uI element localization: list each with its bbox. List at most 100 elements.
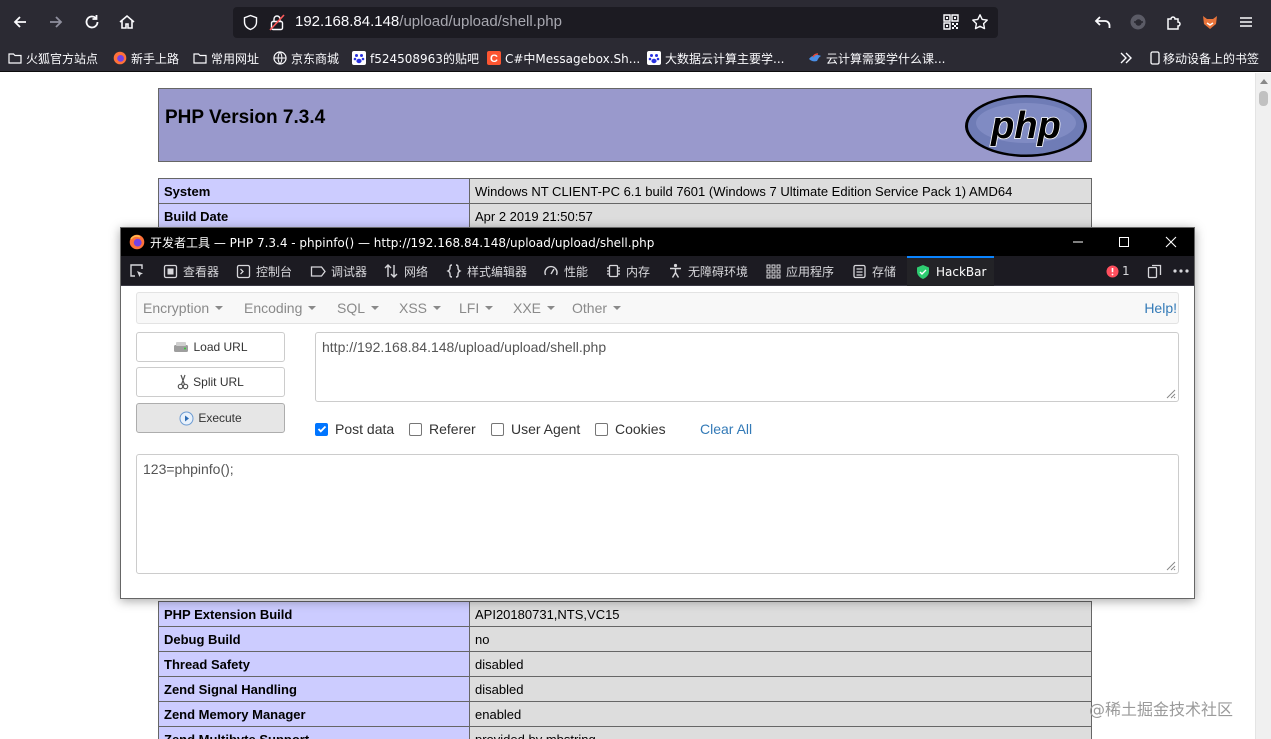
url-text[interactable]: 192.168.84.148/upload/upload/shell.php [295,13,562,30]
scroll-thumb[interactable] [1259,91,1268,106]
tab-network[interactable]: 网络 [383,256,428,286]
execute-button[interactable]: Execute [136,403,285,433]
bookmark-star-icon[interactable] [971,13,989,31]
undo-button[interactable] [1090,9,1116,35]
back-button[interactable] [7,9,33,35]
tab-label: 性能 [564,264,589,279]
checkbox-icon[interactable] [595,422,608,436]
post-data-checkbox[interactable]: Post data [315,421,394,437]
extensions-button[interactable] [1161,9,1187,35]
url-textarea[interactable]: http://192.168.84.148/upload/upload/shel… [315,332,1179,402]
menu-sql[interactable]: SQL [337,300,380,316]
dock-options-button[interactable] [1147,256,1167,286]
qr-code-icon[interactable] [943,14,959,30]
csdn-icon: C [487,51,501,65]
bookmark-label: 常用网址 [211,51,260,66]
clear-all-link[interactable]: Clear All [700,421,752,437]
table-row: Debug Build no [158,626,1092,652]
svg-text:C: C [490,53,498,65]
lock-insecure-icon[interactable] [269,14,285,31]
split-url-button[interactable]: Split URL [136,367,285,397]
globe-icon [273,51,287,65]
checkbox-icon[interactable] [491,422,504,436]
home-button[interactable] [114,9,140,35]
execute-label: Execute [198,411,242,425]
close-icon [1165,236,1177,248]
app-menu-button[interactable] [1233,9,1259,35]
minimize-button[interactable] [1055,228,1101,256]
resize-grip-icon[interactable] [1164,387,1176,399]
table-row: Zend Signal Handling disabled [158,676,1092,702]
tab-application[interactable]: 应用程序 [766,256,834,286]
load-url-button[interactable]: Load URL [136,332,285,362]
bookmark-item[interactable]: 常用网址 [193,49,259,67]
bookmark-item[interactable]: f524508963的贴吧 [352,49,479,67]
bookmarks-overflow-button[interactable] [1119,49,1133,67]
page-title: PHP Version 7.3.4 [165,107,326,128]
firefox-icon [113,51,127,65]
error-count-badge[interactable]: 1 [1106,256,1130,286]
close-button[interactable] [1148,228,1194,256]
url-bar[interactable]: 192.168.84.148/upload/upload/shell.php [233,7,998,38]
bookmark-item[interactable]: 大数据云计算主要学... [647,49,784,67]
checkbox-checked-icon[interactable] [315,422,328,436]
tab-performance[interactable]: 性能 [543,256,588,286]
ie-tab-button[interactable] [1125,9,1151,35]
user-agent-checkbox[interactable]: User Agent [491,421,580,437]
table-row: Thread Safety disabled [158,651,1092,677]
error-count: 1 [1122,264,1130,278]
cookies-checkbox[interactable]: Cookies [595,421,666,437]
checkbox-icon[interactable] [409,422,422,436]
menu-encryption[interactable]: Encryption [143,300,224,316]
tab-hackbar[interactable]: HackBar [907,256,995,286]
tab-accessibility[interactable]: 无障碍环境 [668,256,748,286]
element-picker-button[interactable] [129,256,150,286]
mobile-bookmarks-folder[interactable]: 移动设备上的书签 [1148,49,1259,67]
tab-style-editor[interactable]: 样式编辑器 [446,256,527,286]
fox-extension-button[interactable] [1197,9,1223,35]
forward-button[interactable] [43,9,69,35]
resize-grip-icon[interactable] [1164,559,1176,571]
tab-inspector[interactable]: 查看器 [163,256,219,286]
page-scrollbar[interactable] [1255,73,1271,739]
tab-memory[interactable]: 内存 [606,256,650,286]
menu-xxe[interactable]: XXE [513,300,556,316]
menu-other[interactable]: Other [572,300,622,316]
bookmark-item[interactable]: 云计算需要学什么课... [808,49,945,67]
tab-debugger[interactable]: 调试器 [310,256,367,286]
menu-lfi[interactable]: LFI [459,300,494,316]
bookmark-item[interactable]: C C#中Messagebox.Sh... [487,49,640,67]
devtools-titlebar[interactable]: 开发者工具 — PHP 7.3.4 - phpinfo() — http://1… [121,228,1194,256]
hamburger-menu-icon [1240,17,1252,27]
bookmark-item[interactable]: 火狐官方站点 [8,49,98,67]
browser-toolbar: 192.168.84.148/upload/upload/shell.php [0,0,1271,44]
reload-button[interactable] [79,9,105,35]
menu-xss[interactable]: XSS [399,300,442,316]
menu-label: Encryption [143,300,210,316]
tab-storage[interactable]: 存储 [852,256,896,286]
bookmark-item[interactable]: 京东商城 [273,49,339,67]
bookmark-item[interactable]: 新手上路 [113,49,179,67]
accessibility-person-icon [670,263,681,278]
row-value: API20180731,NTS,VC15 [469,601,1092,627]
post-data-textarea[interactable]: 123=phpinfo(); [136,454,1179,574]
row-value: no [469,626,1092,652]
bookmark-label: 京东商城 [291,51,340,66]
shield-icon[interactable] [242,14,259,31]
gauge-icon [544,265,558,276]
devtools-menu-button[interactable] [1173,256,1194,286]
url-path: /upload/upload/shell.php [399,13,562,30]
table-row: Zend Multibyte Support provided by mbstr… [158,726,1092,739]
caret-down-icon [308,306,317,310]
maximize-button[interactable] [1101,228,1147,256]
bookmark-label: C#中Messagebox.Sh... [505,51,641,66]
tab-console[interactable]: 控制台 [236,256,292,286]
menu-encoding[interactable]: Encoding [244,300,317,316]
hackbar-shield-icon [917,265,929,279]
url-textarea-value: http://192.168.84.148/upload/upload/shel… [322,339,607,355]
menu-label: SQL [337,300,366,316]
referer-checkbox[interactable]: Referer [409,421,476,437]
scroll-up-arrow-icon[interactable] [1260,79,1268,84]
play-icon [179,411,194,425]
help-link[interactable]: Help! [1144,300,1177,316]
